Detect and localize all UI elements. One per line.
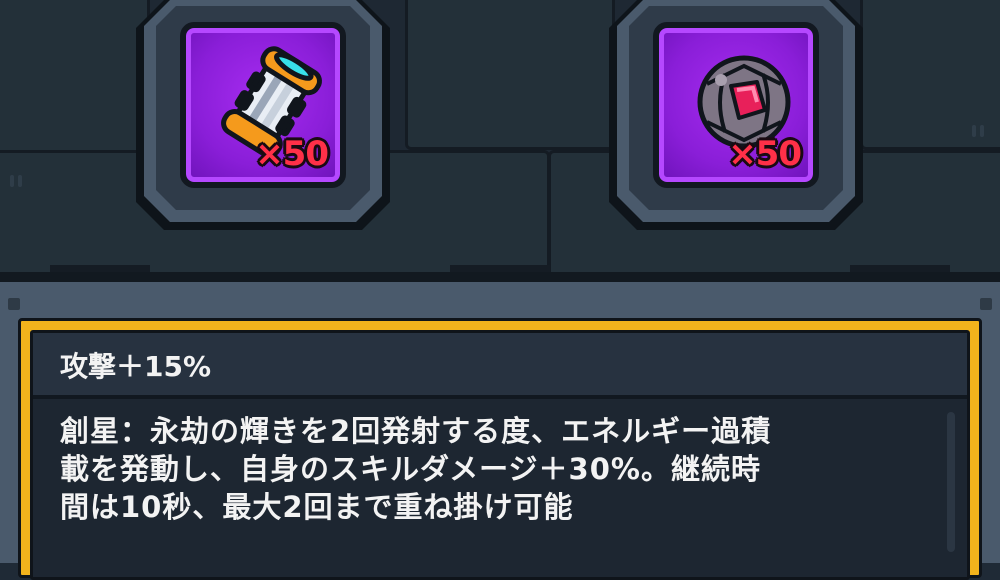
wall-peg bbox=[980, 125, 984, 137]
description-line: 創星：永劫の輝きを2回発射する度、エネルギー過積 bbox=[60, 414, 772, 448]
description-scrollbar[interactable] bbox=[947, 412, 955, 552]
wall-peg bbox=[18, 175, 22, 187]
description-line: 載を発動し、自身のスキルダメージ＋30%。継続時 bbox=[60, 452, 761, 486]
wall-brick bbox=[405, 0, 615, 150]
item-slot-canister[interactable]: ×50 bbox=[136, 0, 390, 230]
panel-rivet bbox=[8, 298, 20, 310]
slot-background: ×50 bbox=[180, 22, 346, 188]
wall-brick bbox=[0, 0, 150, 160]
item-quantity: ×50 bbox=[255, 134, 329, 174]
item-quantity: ×50 bbox=[728, 134, 802, 174]
wall-peg bbox=[972, 125, 976, 137]
panel-divider bbox=[33, 395, 967, 399]
description-line: 間は10秒、最大2回まで重ね掛け可能 bbox=[60, 490, 574, 524]
stat-bonus-text: 攻撃＋15% bbox=[60, 350, 212, 383]
wall-floor-line bbox=[0, 272, 1000, 282]
wall-peg bbox=[10, 175, 14, 187]
slot-background: ×50 bbox=[653, 22, 819, 188]
panel-rivet bbox=[980, 298, 992, 310]
skill-description[interactable]: 創星：永劫の輝きを2回発射する度、エネルギー過積 載を発動し、自身のスキルダメー… bbox=[60, 412, 940, 526]
wall-brick bbox=[860, 0, 1000, 150]
item-slot-gem-sphere[interactable]: ×50 bbox=[609, 0, 863, 230]
